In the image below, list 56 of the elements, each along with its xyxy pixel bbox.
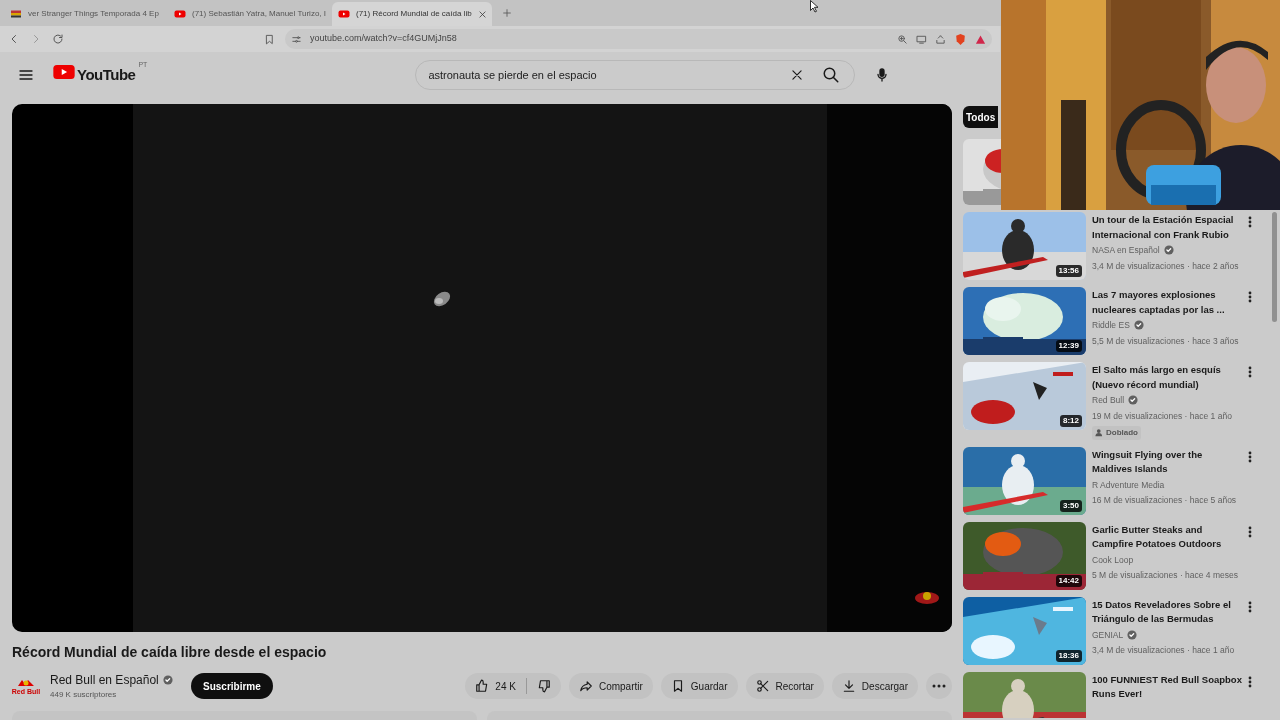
video-title[interactable]: 15 Datos Reveladores Sobre el Triángulo de las Bermudas xyxy=(1092,597,1242,627)
channel-name[interactable]: R Adventure Media xyxy=(1092,478,1165,492)
triangle-logo-icon[interactable] xyxy=(975,33,986,45)
share-button[interactable]: Compartir xyxy=(568,673,653,699)
scissors-icon xyxy=(755,679,770,693)
video-title[interactable]: Garlic Butter Steaks and Campfire Potatoes Outdoors xyxy=(1092,522,1242,552)
subscriber-count: 449 K suscriptores xyxy=(50,689,118,701)
dubbed-badge: Doblado xyxy=(1092,425,1141,440)
search-icon[interactable] xyxy=(822,66,841,84)
video-stats: 5,5 M de visualizaciones · hace 3 años xyxy=(1092,334,1240,348)
channel-name[interactable]: Riddle ES xyxy=(1092,319,1130,332)
video-stats: 3,4 M de visualizaciones · hace 1 año xyxy=(1092,644,1236,657)
zoom-icon[interactable] xyxy=(897,33,908,45)
bookmark-icon[interactable] xyxy=(264,33,275,45)
video-stats: 3,4 M de visualizaciones · hace 2 años xyxy=(1092,259,1240,273)
menu-icon[interactable] xyxy=(18,67,34,83)
site-settings-icon[interactable] xyxy=(291,33,302,45)
video-title: Récord Mundial de caída libre desde el espacio xyxy=(12,643,328,662)
duration-badge: 12:39 xyxy=(1055,340,1082,352)
screen-icon[interactable] xyxy=(916,33,927,45)
more-icon xyxy=(932,684,946,688)
arrow-icon xyxy=(578,679,593,693)
close-icon[interactable] xyxy=(477,9,487,19)
cursor-icon xyxy=(810,0,818,13)
thumbs-up-icon xyxy=(475,679,490,693)
channel-name[interactable]: Cook Loop xyxy=(1092,553,1134,567)
video-stats: 5 M de visualizaciones · hace 4 meses xyxy=(1092,569,1239,582)
video-stats: 16 M de visualizaciones · hace 5 años xyxy=(1092,494,1238,507)
video-title[interactable]: Wingsuit Flying over the Maldives Islands xyxy=(1092,447,1242,477)
browser-tab[interactable]: ver Stranger Things Temporada 4 Ep xyxy=(4,2,164,26)
duration-badge: 8:12 xyxy=(1060,415,1082,427)
flag-icon xyxy=(10,8,22,20)
video-title[interactable]: 100 FUNNIEST Red Bull Soapbox Runs Ever! xyxy=(1092,672,1242,702)
clip-button[interactable]: Recortar xyxy=(745,673,824,699)
download-icon xyxy=(841,679,856,693)
download-button[interactable]: Descargar xyxy=(831,673,918,699)
youtube-icon xyxy=(174,8,186,20)
video-title[interactable]: El Salto más largo en esquís (Nuevo récord mundial) xyxy=(1092,363,1242,392)
filter-chip[interactable]: Todos xyxy=(963,106,999,128)
channel-name[interactable]: GENIAL xyxy=(1092,628,1124,642)
duration-badge: 13:56 xyxy=(1055,265,1082,277)
scrollbar-thumb[interactable] xyxy=(1272,212,1277,322)
channel-name[interactable]: Red Bull en Español xyxy=(50,671,159,689)
reload-icon[interactable] xyxy=(52,33,64,45)
video-title[interactable]: Un tour de la Estación Espacial Internacional con Frank Rubio xyxy=(1092,213,1242,242)
channel-name[interactable]: NASA en Español xyxy=(1092,244,1160,257)
youtube-icon xyxy=(338,8,350,20)
browser-tab[interactable]: (71) Sebastián Yatra, Manuel Turizo, I xyxy=(168,2,328,26)
subscribe-button[interactable]: Suscribirme xyxy=(191,673,273,699)
video-title[interactable]: Las 7 mayores explosiones nucleares captadas por las ... xyxy=(1092,288,1242,317)
clear-icon[interactable] xyxy=(790,68,805,82)
browser-tab[interactable]: (71) Récord Mundial de caída lib xyxy=(332,2,492,26)
address-bar[interactable]: youtube.com/watch?v=cf4GUMjJn58 xyxy=(285,29,992,49)
channel-name[interactable]: Red Bull xyxy=(1092,394,1125,407)
save-button[interactable]: Guardar xyxy=(660,673,738,699)
video-stats: 19 M de visualizaciones · hace 1 año xyxy=(1092,409,1233,423)
